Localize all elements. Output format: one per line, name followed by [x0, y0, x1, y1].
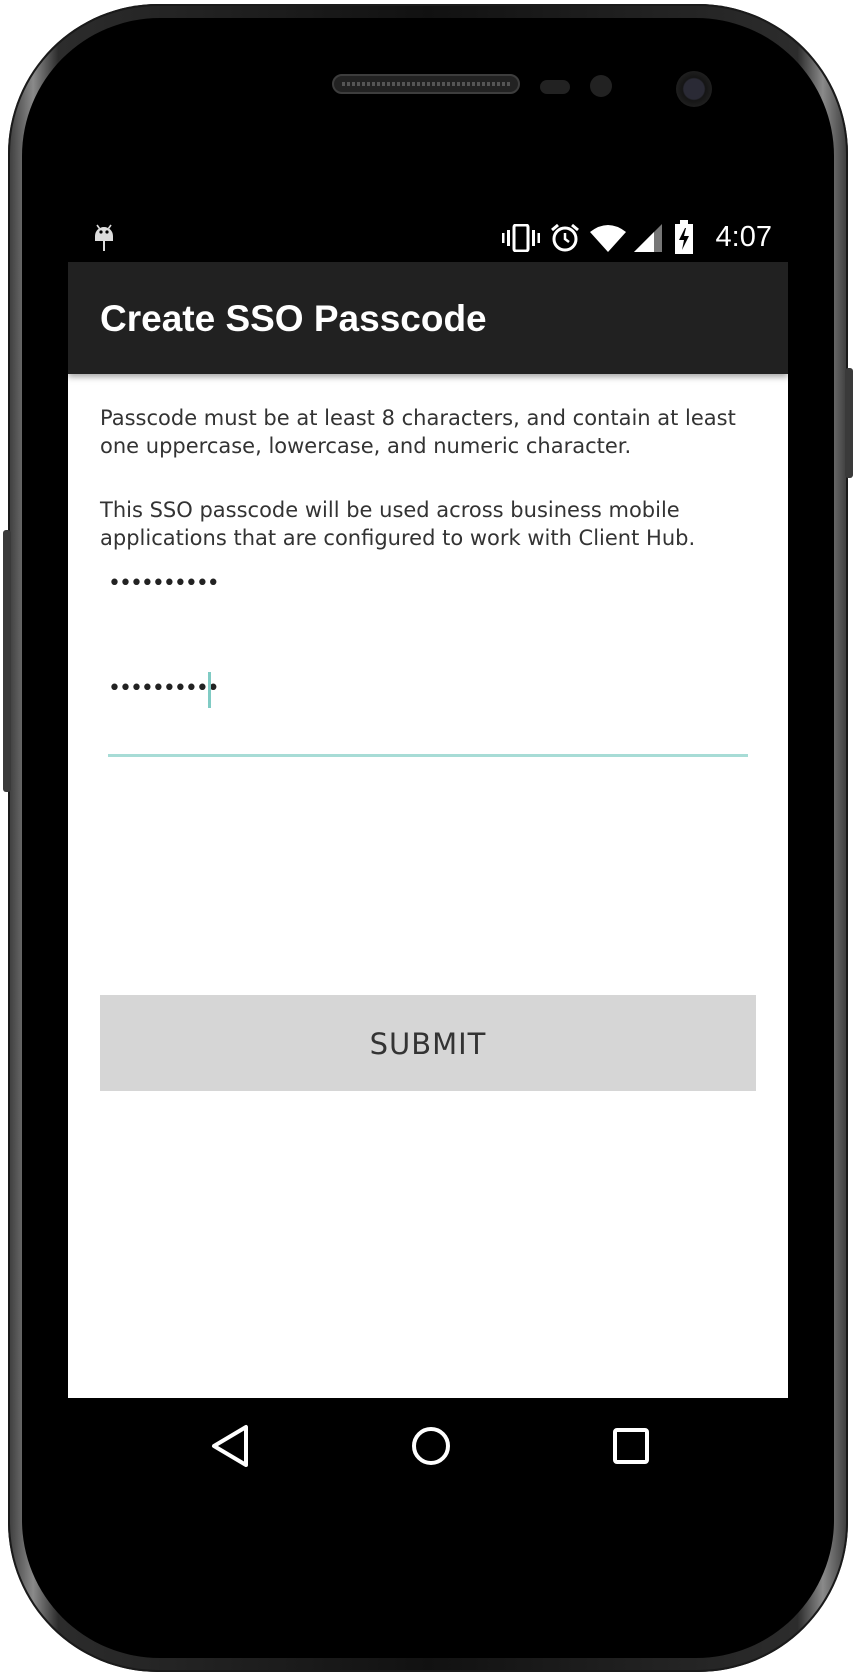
- android-debug-icon: [92, 222, 116, 258]
- home-icon[interactable]: [406, 1421, 456, 1471]
- signal-icon: [634, 224, 662, 256]
- info-text: This SSO passcode will be used across bu…: [100, 498, 696, 550]
- text-cursor: [208, 672, 211, 708]
- page-title: Create SSO Passcode: [100, 298, 487, 339]
- battery-charging-icon: [674, 220, 694, 258]
- proximity-sensor: [540, 80, 570, 94]
- back-icon[interactable]: [208, 1421, 258, 1471]
- confirm-passcode-value: ••••••••••: [108, 676, 220, 701]
- requirements-text: Passcode must be at least 8 characters, …: [100, 406, 736, 458]
- submit-button[interactable]: SUBMIT: [100, 995, 756, 1091]
- device-screen: 4:07 Create SSO Passcode Passcode must b…: [68, 212, 788, 1494]
- passcode-form: Passcode must be at least 8 characters, …: [68, 374, 788, 1398]
- volume-button: [3, 530, 11, 792]
- light-sensor: [590, 75, 612, 97]
- recents-icon[interactable]: [606, 1421, 656, 1471]
- front-camera: [676, 71, 712, 107]
- status-bar: 4:07: [68, 212, 788, 262]
- navigation-bar: [68, 1398, 788, 1494]
- alarm-icon: [549, 222, 581, 258]
- passcode-value: ••••••••••: [108, 571, 220, 596]
- earpiece-speaker: [332, 74, 520, 94]
- vibrate-icon: [502, 223, 540, 256]
- power-button: [845, 368, 853, 478]
- app-bar: Create SSO Passcode: [68, 262, 788, 374]
- status-time: 4:07: [715, 221, 772, 253]
- wifi-icon: [590, 224, 626, 256]
- confirm-passcode-input[interactable]: ••••••••••: [108, 662, 748, 726]
- passcode-input[interactable]: ••••••••••: [108, 557, 748, 617]
- confirm-input-underline: [108, 754, 748, 757]
